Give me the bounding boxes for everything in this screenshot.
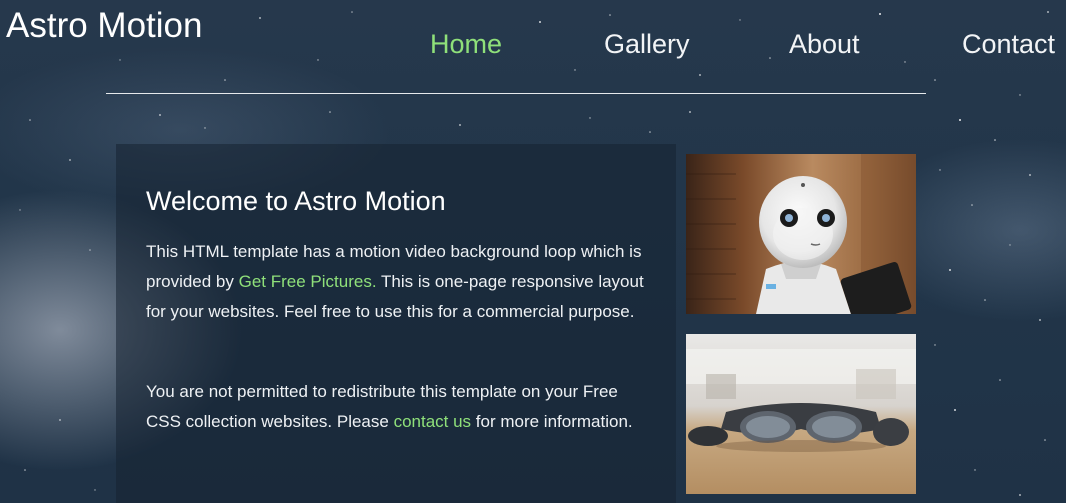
robot-photo [686,154,916,314]
nav-item-contact[interactable]: Contact [962,26,1055,62]
welcome-panel: Welcome to Astro Motion This HTML templa… [116,144,676,503]
nav-item-gallery[interactable]: Gallery [604,26,690,62]
paragraph-2-text-end: for more information. [471,412,633,431]
contact-us-link[interactable]: contact us [394,412,472,431]
main-nav: Home Gallery About Contact [0,26,1066,66]
nav-item-home[interactable]: Home [430,26,502,62]
welcome-heading: Welcome to Astro Motion [146,186,446,216]
get-free-pictures-link[interactable]: Get Free Pictures. [239,272,377,291]
welcome-paragraph-2: You are not permitted to redistribute th… [146,377,646,437]
nav-divider [106,93,926,94]
welcome-paragraph-1: This HTML template has a motion video ba… [146,237,646,327]
vr-glasses-photo [686,334,916,494]
nav-item-about[interactable]: About [789,26,860,62]
